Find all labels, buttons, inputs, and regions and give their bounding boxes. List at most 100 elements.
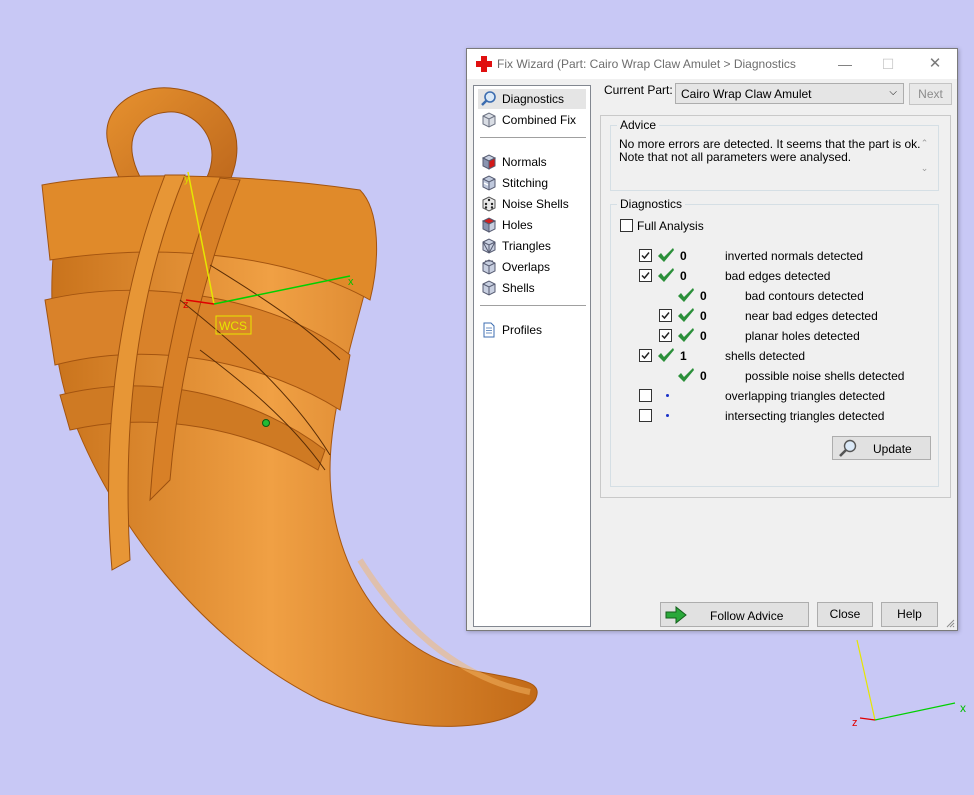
title-bar[interactable]: Fix Wizard (Part: Cairo Wrap Claw Amulet…	[467, 49, 957, 79]
diagnostic-text: inverted normals detected	[725, 249, 864, 263]
follow-advice-label: Follow Advice	[710, 609, 784, 623]
diagnostics-group: Diagnostics Full Analysis 0 inverted norm…	[610, 197, 939, 487]
close-button[interactable]: Close	[817, 602, 873, 627]
nav-item-combined-fix[interactable]: Combined Fix	[478, 110, 576, 130]
diagnostic-text: overlapping triangles detected	[725, 389, 886, 403]
wcs-label: WCS	[219, 319, 247, 333]
nav-item-label: Normals	[502, 155, 547, 169]
nav-item-label: Shells	[502, 281, 535, 295]
diagnostic-text: near bad edges detected	[745, 309, 878, 323]
model-axis-y-label: y	[184, 173, 190, 185]
green-check-icon	[678, 328, 694, 342]
nav-item-normals[interactable]: Normals	[478, 152, 547, 172]
close-window-button[interactable]: ✕	[925, 54, 945, 74]
nav-item-shells[interactable]: Shells	[478, 278, 535, 298]
checkmark-icon	[641, 272, 650, 280]
green-check-icon	[678, 308, 694, 322]
current-part-select[interactable]: Cairo Wrap Claw Amulet ⌵	[675, 83, 904, 104]
nav-separator	[480, 305, 586, 306]
next-button[interactable]: Next	[909, 83, 952, 105]
diagnostic-count: 1	[680, 349, 687, 363]
green-check-icon	[658, 348, 674, 362]
cube-icon	[482, 112, 496, 128]
nav-item-label: Overlaps	[502, 260, 551, 274]
green-check-icon	[658, 268, 674, 282]
nav-item-label: Noise Shells	[502, 197, 569, 211]
window-title: Fix Wizard (Part: Cairo Wrap Claw Amulet…	[497, 57, 796, 71]
diagnostic-checkbox[interactable]	[639, 409, 652, 422]
diagnostic-checkbox[interactable]	[639, 249, 652, 262]
current-part-label: Current Part:	[604, 83, 673, 97]
document-icon	[483, 322, 495, 338]
green-check-icon	[678, 288, 694, 302]
cube-shell-icon	[482, 280, 496, 296]
corner-axis-z-label: z	[852, 717, 858, 729]
diagnostic-text: possible noise shells detected	[745, 369, 905, 383]
nav-item-profiles[interactable]: Profiles	[478, 320, 542, 340]
cube-overlap-icon	[482, 259, 496, 275]
full-analysis-checkbox[interactable]	[620, 219, 633, 232]
fix-wizard-dialog: Fix Wizard (Part: Cairo Wrap Claw Amulet…	[466, 48, 958, 631]
update-label: Update	[873, 442, 912, 456]
diagnostic-count: 0	[700, 309, 707, 323]
diagnostic-checkbox[interactable]	[639, 269, 652, 282]
scroll-down-icon[interactable]: ⌄	[917, 163, 932, 174]
diagnostic-count: 0	[700, 329, 707, 343]
advice-group: Advice No more errors are detected. It s…	[610, 118, 939, 191]
nav-item-label: Profiles	[502, 323, 543, 337]
nav-item-label: Combined Fix	[502, 113, 577, 127]
corner-axis-x-label: x	[960, 701, 966, 715]
arrow-right-icon	[665, 606, 687, 624]
green-check-icon	[658, 248, 674, 262]
advice-legend: Advice	[617, 118, 660, 132]
nav-item-triangles[interactable]: Triangles	[478, 236, 551, 256]
diagnostic-text: planar holes detected	[745, 329, 860, 343]
diagnostic-checkbox[interactable]	[639, 389, 652, 402]
checkmark-icon	[641, 352, 650, 360]
cube-hole-icon	[481, 217, 497, 233]
checkmark-icon	[661, 332, 670, 340]
dice-icon	[482, 196, 496, 212]
nav-item-holes[interactable]: Holes	[478, 215, 533, 235]
nav-item-label: Holes	[502, 218, 533, 232]
follow-advice-button[interactable]: Follow Advice	[660, 602, 809, 627]
diagnostic-count: 0	[680, 269, 687, 283]
help-button[interactable]: Help	[881, 602, 938, 627]
diagnostic-checkbox[interactable]	[639, 349, 652, 362]
minimize-button[interactable]: —	[835, 54, 855, 74]
maximize-button[interactable]: ☐	[878, 54, 898, 74]
diagnostic-checkbox[interactable]	[659, 329, 672, 342]
update-button[interactable]: Update	[832, 436, 931, 460]
diagnostic-checkbox[interactable]	[659, 309, 672, 322]
full-analysis-label: Full Analysis	[637, 219, 704, 233]
diagnostics-panel: Advice No more errors are detected. It s…	[600, 115, 951, 498]
nav-item-label: Stitching	[502, 176, 549, 190]
green-check-icon	[678, 368, 694, 382]
checkmark-icon	[641, 252, 650, 260]
cube-triangles-icon	[482, 238, 496, 254]
advice-text: No more errors are detected. It seems th…	[619, 138, 935, 185]
scroll-up-icon[interactable]: ⌃	[917, 138, 932, 149]
diagnostic-count: 0	[680, 249, 687, 263]
nav-item-diagnostics[interactable]: Diagnostics	[478, 89, 586, 109]
status-dot-icon	[666, 394, 669, 397]
cube-red-face-icon	[481, 154, 497, 170]
diagnostic-count: 0	[700, 369, 707, 383]
pivot-point	[262, 419, 270, 427]
advice-scrollbar[interactable]: ⌃ ⌄	[917, 138, 932, 185]
resize-grip-icon[interactable]	[945, 618, 955, 628]
nav-separator	[480, 137, 586, 138]
magnifier-icon	[481, 91, 496, 106]
model-axis-z-label: z	[183, 299, 189, 311]
magnifier-icon	[839, 439, 857, 457]
nav-item-noise-shells[interactable]: Noise Shells	[478, 194, 569, 214]
claw-amulet-model[interactable]	[41, 87, 538, 727]
diagnostic-text: bad edges detected	[725, 269, 831, 283]
nav-item-overlaps[interactable]: Overlaps	[478, 257, 550, 277]
status-dot-icon	[666, 414, 669, 417]
diagnostic-text: intersecting triangles detected	[725, 409, 885, 423]
diagnostics-legend: Diagnostics	[617, 197, 686, 211]
current-part-value: Cairo Wrap Claw Amulet	[681, 87, 812, 101]
chevron-down-icon: ⌵	[889, 87, 897, 98]
nav-item-stitching[interactable]: Stitching	[478, 173, 548, 193]
